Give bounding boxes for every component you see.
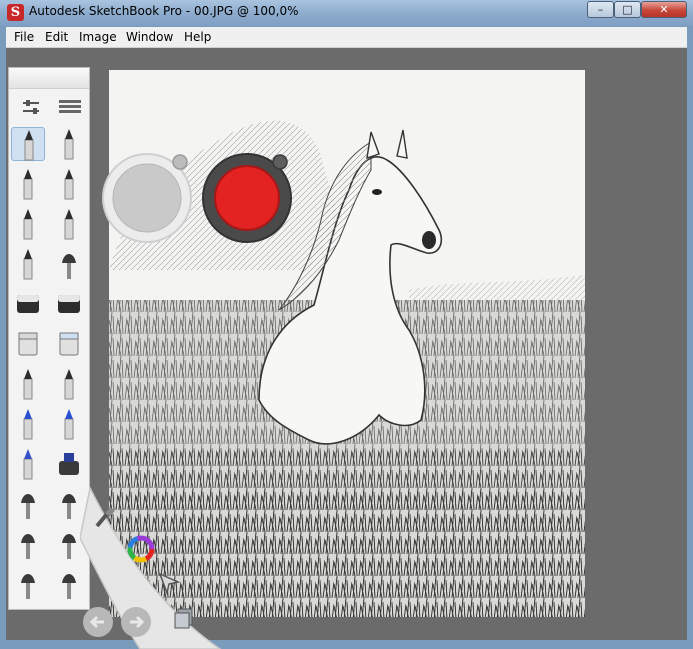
blue-marker-icon[interactable] xyxy=(11,407,45,441)
menu-edit[interactable]: Edit xyxy=(45,30,68,44)
title-bar[interactable]: S Autodesk SketchBook Pro - 00.JPG @ 100… xyxy=(0,0,693,26)
pencil-icon[interactable] xyxy=(11,127,45,161)
layer-icon[interactable] xyxy=(172,604,198,630)
menu-help[interactable]: Help xyxy=(184,30,211,44)
brush-palette-panel xyxy=(8,67,90,610)
select-arrow-icon[interactable] xyxy=(156,570,182,596)
close-button[interactable]: ✕ xyxy=(641,1,687,18)
menu-image[interactable]: Image xyxy=(79,30,117,44)
redo-icon[interactable] xyxy=(120,606,152,638)
ink-bottle-icon[interactable] xyxy=(52,447,86,481)
brush-palette-icon[interactable] xyxy=(92,504,118,530)
lagoon-menu xyxy=(80,478,230,649)
marker-icon[interactable] xyxy=(11,167,45,201)
sketchbook-app-icon[interactable]: S xyxy=(7,4,24,21)
calligraphy-pen-icon[interactable] xyxy=(52,207,86,241)
chisel-marker-icon[interactable] xyxy=(52,167,86,201)
app-window: S Autodesk SketchBook Pro - 00.JPG @ 100… xyxy=(0,0,693,649)
fill-copy-icon[interactable] xyxy=(52,327,86,361)
color-puck[interactable] xyxy=(201,152,293,248)
eraser-icon[interactable] xyxy=(11,287,45,321)
chalk-icon[interactable] xyxy=(11,367,45,401)
felt-pen-icon[interactable] xyxy=(11,207,45,241)
small-brush-icon[interactable] xyxy=(11,487,45,521)
flat-brush-icon[interactable] xyxy=(11,527,45,561)
menu-file[interactable]: File xyxy=(14,30,34,44)
brush-size-puck[interactable] xyxy=(101,152,193,248)
technical-pen-icon[interactable] xyxy=(11,247,45,281)
color-wheel-icon[interactable] xyxy=(126,534,156,564)
paint-bucket-icon[interactable] xyxy=(11,327,45,361)
layers-list-icon[interactable] xyxy=(53,90,87,124)
maximize-button[interactable]: □ xyxy=(614,1,641,18)
window-title: Autodesk SketchBook Pro - 00.JPG @ 100,0… xyxy=(29,4,299,18)
minimize-button[interactable]: – xyxy=(587,1,614,18)
airbrush-nib-icon[interactable] xyxy=(52,247,86,281)
blue-pen-icon[interactable] xyxy=(52,407,86,441)
undo-icon[interactable] xyxy=(82,606,114,638)
menu-bar: File Edit Image Window Help xyxy=(6,27,687,48)
blue-highlighter-icon[interactable] xyxy=(11,447,45,481)
slider-settings-icon[interactable] xyxy=(14,90,48,124)
ballpoint-pen-icon[interactable] xyxy=(52,127,86,161)
crayon-icon[interactable] xyxy=(52,367,86,401)
smudge-icon[interactable] xyxy=(11,567,45,601)
panel-header[interactable] xyxy=(9,68,89,89)
menu-window[interactable]: Window xyxy=(126,30,173,44)
hard-eraser-icon[interactable] xyxy=(52,287,86,321)
